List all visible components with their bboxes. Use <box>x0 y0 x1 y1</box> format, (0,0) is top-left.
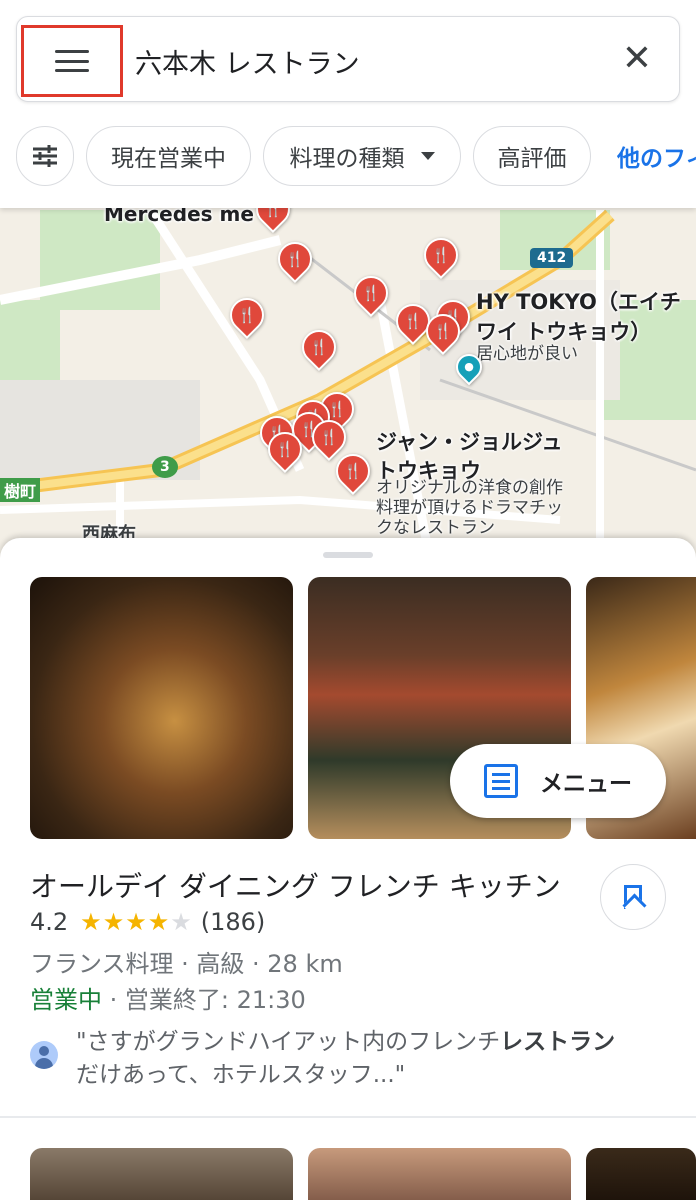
place-photo[interactable] <box>308 1148 571 1200</box>
filter-top-rated[interactable]: 高評価 <box>473 126 591 186</box>
closing-time: · 営業終了: 21:30 <box>102 986 306 1014</box>
place-category: フランス料理 · 高級 · 28 km <box>30 950 343 978</box>
filter-options-button[interactable] <box>16 126 74 186</box>
map-label-jean-desc-1: オリジナルの洋食の創作 <box>376 478 563 498</box>
hamburger-menu-icon <box>55 50 89 72</box>
filter-more[interactable]: 他のフィ <box>617 126 696 186</box>
map-label-jean-desc-2: 料理が頂けるドラマチッ <box>376 498 563 518</box>
results-sheet[interactable]: メニュー オールデイ ダイニング フレンチ キッチン 4.2 ★★★★★ (18… <box>0 538 696 1200</box>
route-412-shield: 412 <box>530 248 574 268</box>
drag-handle[interactable] <box>323 552 373 558</box>
map-label-jean-1[interactable]: ジャン・ジョルジュ <box>376 426 562 456</box>
sliders-icon <box>33 145 57 167</box>
search-query[interactable]: 六本木 レストラン <box>135 42 360 81</box>
map-label-jean-desc-3: クなレストラン <box>376 518 495 538</box>
filter-open-now[interactable]: 現在営業中 <box>86 126 251 186</box>
close-icon[interactable]: ✕ <box>617 39 657 79</box>
route-3-shield: 3 <box>152 456 178 478</box>
divider <box>0 1116 696 1118</box>
map-label-hy-tokyo-2[interactable]: ワイ トウキョウ） <box>476 316 651 346</box>
review-count[interactable]: (186) <box>201 908 266 936</box>
chevron-down-icon <box>420 152 435 160</box>
list-icon <box>484 764 518 798</box>
save-button[interactable] <box>600 864 666 930</box>
avatar <box>30 1041 58 1069</box>
review-snippet[interactable]: "さすがグランドハイアット内のフレンチレストラン だけあって、ホテルスタッフ..… <box>76 1026 656 1092</box>
menu-button[interactable] <box>21 25 123 97</box>
map-label-hy-tokyo-1[interactable]: HY TOKYO（エイチ <box>476 286 681 316</box>
map-label-hy-tokyo-desc: 居心地が良い <box>476 344 578 364</box>
open-status: 営業中 <box>30 986 102 1014</box>
place-photo[interactable] <box>586 1148 696 1200</box>
bookmark-icon <box>624 885 642 909</box>
rating-value: 4.2 <box>30 908 69 936</box>
place-photo[interactable] <box>30 577 293 839</box>
menu-button-pill[interactable]: メニュー <box>450 744 666 818</box>
search-header: 六本木 レストラン ✕ 現在営業中 料理の種類 高評価 他のフィ <box>0 0 696 208</box>
search-box[interactable]: 六本木 レストラン ✕ <box>16 16 680 102</box>
rating-row: 4.2 ★★★★★ (186) <box>30 908 265 936</box>
filter-cuisine-label: 料理の種類 <box>289 146 405 172</box>
star-rating: ★★★★★ <box>80 908 193 936</box>
hours-row: 営業中 · 営業終了: 21:30 <box>30 980 306 1015</box>
filter-chips: 現在営業中 料理の種類 高評価 他のフィ <box>0 126 696 188</box>
place-name[interactable]: オールデイ ダイニング フレンチ キッチン <box>30 865 561 905</box>
filter-cuisine[interactable]: 料理の種類 <box>263 126 461 186</box>
menu-label: メニュー <box>540 771 632 797</box>
map-label-edge: 樹町 <box>0 478 41 502</box>
place-photo[interactable] <box>30 1148 293 1200</box>
